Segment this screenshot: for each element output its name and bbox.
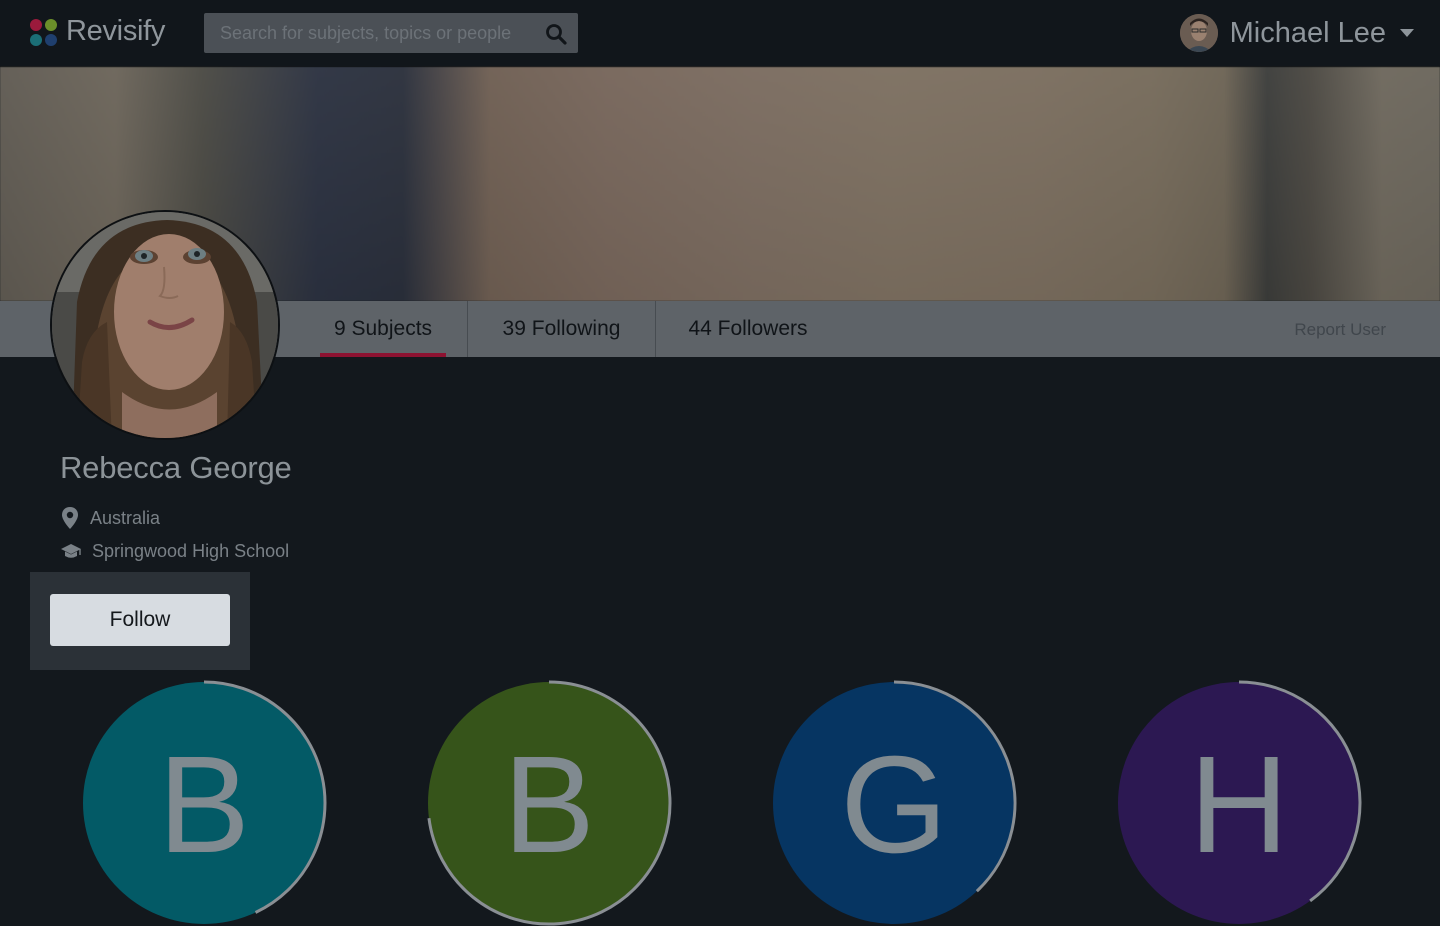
chevron-down-icon[interactable] — [1400, 29, 1414, 37]
user-menu[interactable]: Michael Lee — [1179, 14, 1414, 52]
user-avatar[interactable] — [1179, 14, 1218, 52]
subject-initial: B — [502, 727, 596, 882]
follow-button[interactable]: Follow — [50, 594, 230, 646]
follow-button-highlight: Follow — [30, 572, 250, 670]
report-user-link[interactable]: Report User — [1294, 301, 1386, 357]
top-navigation-bar: Revisify Michael Lee — [0, 0, 1440, 67]
app-name: Revisify — [66, 15, 166, 47]
user-name: Michael Lee — [1229, 16, 1386, 49]
subject-card[interactable]: B — [81, 680, 327, 926]
subject-card[interactable]: B — [426, 680, 672, 926]
location-text: Australia — [90, 507, 161, 528]
location-pin-icon — [62, 507, 78, 529]
search-icon[interactable] — [544, 22, 568, 46]
subject-initial: B — [157, 727, 251, 882]
subject-initial: H — [1189, 727, 1289, 882]
subject-initial: G — [840, 727, 948, 882]
subject-card[interactable]: H — [1116, 680, 1362, 926]
location-row: Australia — [60, 506, 160, 530]
subject-card[interactable]: G — [771, 680, 1017, 926]
profile-name: Rebecca George — [60, 450, 292, 485]
school-text: Springwood High School — [92, 540, 290, 561]
tab-following[interactable]: 39 Following — [468, 301, 655, 357]
search-box — [204, 13, 578, 53]
tab-subjects[interactable]: 9 Subjects — [320, 301, 446, 357]
search-input[interactable] — [204, 13, 534, 53]
school-row: Springwood High School — [60, 539, 289, 563]
graduation-cap-icon — [61, 544, 81, 558]
tab-followers-label: 44 Followers — [688, 317, 808, 340]
profile-photo — [50, 210, 280, 440]
app-logo[interactable]: Revisify — [30, 15, 165, 48]
tab-subjects-label: 9 Subjects — [333, 317, 433, 340]
tab-followers[interactable]: 44 Followers — [656, 301, 840, 357]
tab-following-label: 39 Following — [502, 317, 621, 340]
logo-dots-icon — [30, 17, 58, 47]
